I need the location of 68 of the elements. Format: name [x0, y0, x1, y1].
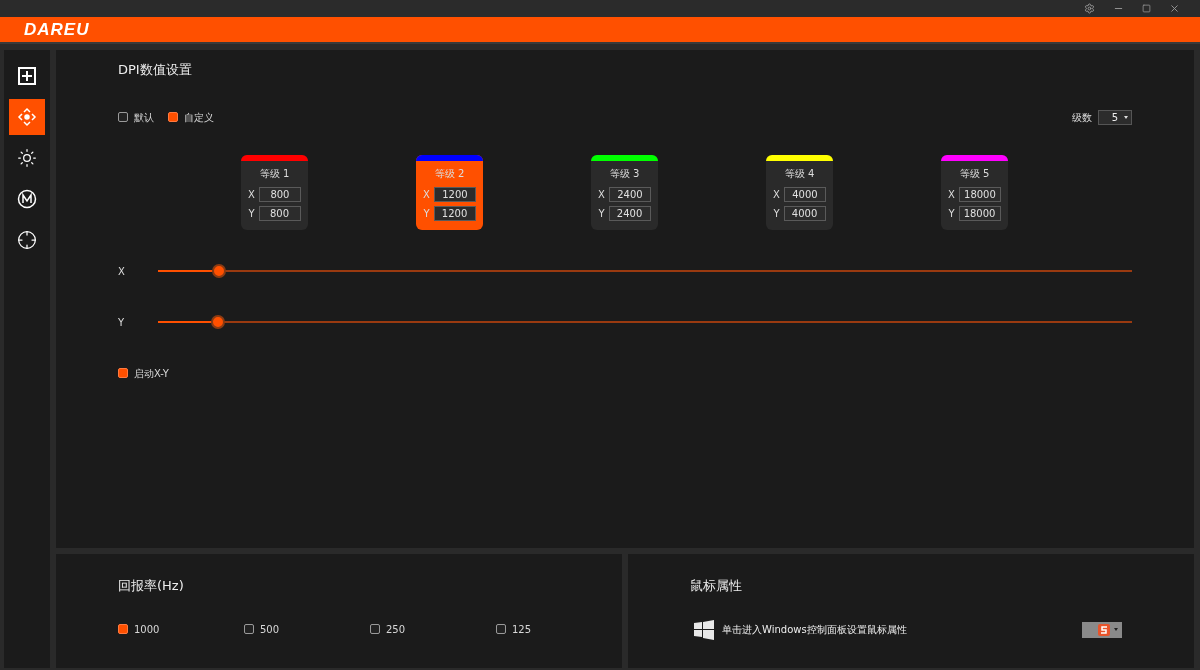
axis-label: Y [773, 206, 780, 221]
caret-icon [1114, 628, 1118, 631]
level-title: 等级 4 [784, 166, 815, 181]
checkbox[interactable] [118, 368, 128, 378]
levels-dropdown[interactable]: 5 [1098, 109, 1132, 125]
dpi-input[interactable]: 18000 [958, 186, 1001, 202]
checkbox-label: 125 [512, 622, 532, 637]
dpi-input[interactable]: 4000 [783, 186, 826, 202]
dpi-input[interactable]: 1200 [433, 205, 476, 221]
maximize-icon[interactable] [1142, 4, 1151, 13]
dpi-level-card[interactable]: 等级 2 X 1200 Y 1200 [416, 154, 483, 230]
axis-label: X [948, 187, 955, 202]
slider-label: X [118, 264, 126, 279]
move-icon [17, 107, 37, 127]
ime-widget[interactable] [1082, 621, 1122, 638]
checkbox-label: 1000 [134, 622, 160, 637]
axis-label: Y [248, 206, 255, 221]
slider-label: Y [118, 315, 126, 330]
dpi-input[interactable]: 2400 [608, 186, 651, 202]
dpi-input[interactable]: 4000 [783, 205, 826, 221]
checkbox-label: 500 [260, 622, 280, 637]
section-title: 鼠标属性 [690, 577, 743, 595]
level-title: 等级 3 [609, 166, 640, 181]
checkbox[interactable] [168, 112, 178, 122]
control-panel-link[interactable]: 单击进入Windows控制面板设置鼠标属性 [722, 622, 907, 637]
axis-label: Y [598, 206, 605, 221]
section-title: DPI数值设置 [118, 61, 193, 79]
axis-label: X [773, 187, 780, 202]
axis-label: Y [948, 206, 955, 221]
settings-icon[interactable] [1084, 3, 1095, 14]
checkbox[interactable] [118, 624, 128, 634]
brand-logo: DAREU [24, 18, 90, 41]
level-title: 等级 2 [434, 166, 465, 181]
dpi-input[interactable]: 1200 [433, 186, 476, 202]
caret-icon [1124, 115, 1128, 119]
dpi-input[interactable]: 2400 [608, 205, 651, 221]
section-title: 回报率(Hz) [118, 577, 185, 595]
crosshair-icon [17, 230, 37, 250]
sun-icon [17, 148, 37, 168]
plus-icon [17, 66, 37, 86]
dpi-level-card[interactable]: 等级 3 X 2400 Y 2400 [591, 154, 658, 230]
axis-label: X [598, 187, 605, 202]
close-icon[interactable] [1169, 3, 1180, 14]
checkbox-label: 启动X-Y [134, 366, 169, 381]
checkbox-label: 自定义 [184, 110, 214, 125]
checkbox[interactable] [244, 624, 254, 634]
dpi-input[interactable]: 800 [258, 205, 301, 221]
axis-label: X [423, 187, 430, 202]
level-title: 等级 1 [259, 166, 290, 181]
checkbox[interactable] [496, 624, 506, 634]
ime-logo-icon [1098, 623, 1110, 636]
axis-label: X [248, 187, 255, 202]
macro-icon [17, 189, 37, 209]
dpi-level-card[interactable]: 等级 5 X 18000 Y 18000 [941, 154, 1008, 230]
checkbox-label: 默认 [134, 110, 154, 125]
checkbox[interactable] [118, 112, 128, 122]
axis-label: Y [423, 206, 430, 221]
dpi-input[interactable]: 800 [258, 186, 301, 202]
dpi-input[interactable]: 18000 [958, 205, 1001, 221]
checkbox[interactable] [370, 624, 380, 634]
level-title: 等级 5 [959, 166, 990, 181]
dpi-level-card[interactable]: 等级 1 X 800 Y 800 [241, 154, 308, 230]
checkbox-label: 250 [386, 622, 406, 637]
windows-icon [694, 619, 714, 640]
levels-label: 级数 [1072, 110, 1092, 125]
slider-thumb[interactable] [212, 264, 227, 278]
slider-thumb[interactable] [211, 315, 226, 329]
dpi-level-card[interactable]: 等级 4 X 4000 Y 4000 [766, 154, 833, 230]
